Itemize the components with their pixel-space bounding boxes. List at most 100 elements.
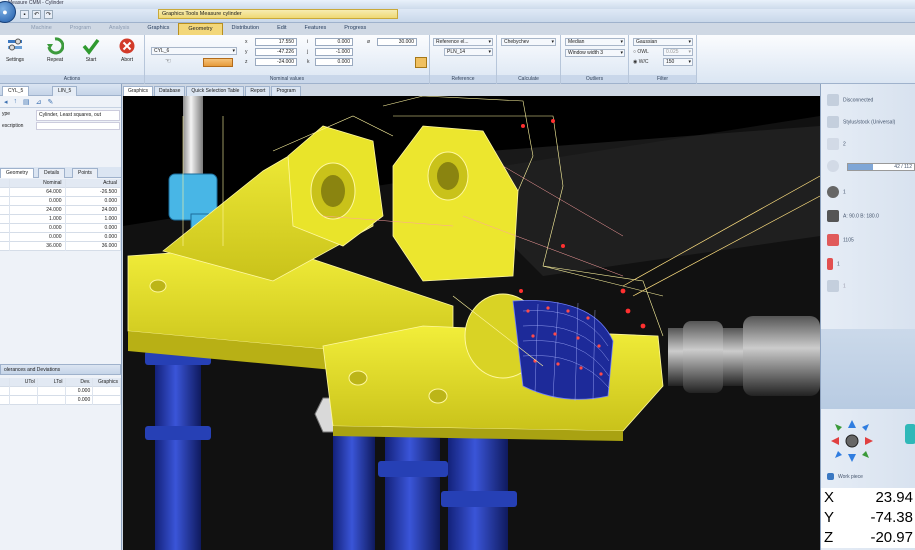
filter-type-select[interactable]: Gaussian bbox=[633, 38, 693, 46]
machine-icon bbox=[827, 94, 839, 106]
quick-access-toolbar: ▪ ↶ ↷ bbox=[20, 10, 53, 21]
graphics-viewport[interactable] bbox=[123, 96, 820, 550]
description-field[interactable] bbox=[36, 122, 120, 130]
window-title: Measure CMM - Cylinder bbox=[8, 0, 64, 6]
save-icon[interactable]: ▪ bbox=[20, 10, 29, 19]
ribbon: Settings Repeat Start Abort Actions CYL_… bbox=[0, 35, 915, 84]
fixture-ring bbox=[145, 426, 211, 440]
filter-group-label: Filter bbox=[629, 75, 696, 83]
table-row[interactable]: 0.000 0.000 bbox=[0, 233, 121, 242]
settings-button[interactable]: Settings bbox=[0, 37, 30, 63]
workpiece-row: Work piece bbox=[827, 473, 863, 480]
geometry-subtabs: Geometry Details Points bbox=[0, 167, 121, 178]
edit-icon[interactable] bbox=[415, 57, 427, 68]
x-label: x bbox=[245, 39, 248, 45]
calculation-method-select[interactable]: Chebychev bbox=[501, 38, 556, 46]
wc-radio[interactable]: ◉ W/C bbox=[633, 58, 649, 66]
tab-database[interactable]: Database bbox=[154, 86, 186, 96]
nominal-group-label: Nominal values bbox=[145, 75, 429, 83]
checkmark-icon bbox=[82, 38, 100, 55]
nominal-z-field[interactable]: -24.000 bbox=[255, 58, 297, 66]
fixture-ring bbox=[441, 491, 517, 507]
window-width-select[interactable]: Window width 3 bbox=[565, 49, 625, 57]
filter-group: Gaussian ○ OWL 0.025 ◉ W/C 150 Filter bbox=[629, 35, 697, 84]
tab-lin-5[interactable]: LIN_5 bbox=[52, 86, 78, 96]
probe-icon[interactable]: ✎ bbox=[48, 98, 54, 106]
nominal-x-field[interactable]: 17.550 bbox=[255, 38, 297, 46]
nominal-diameter-field[interactable]: 30.000 bbox=[377, 38, 417, 46]
nominal-y-field[interactable]: -47.226 bbox=[255, 48, 297, 56]
feature-select[interactable]: CYL_6 bbox=[151, 47, 237, 55]
item-row: 1 bbox=[827, 280, 846, 292]
cad-model-rendering[interactable] bbox=[123, 96, 820, 550]
actions-group: Settings Repeat Start Abort Actions bbox=[0, 35, 145, 84]
tab-report[interactable]: Report bbox=[245, 86, 271, 96]
back-icon[interactable]: ◂ bbox=[4, 98, 8, 106]
joystick-control[interactable] bbox=[827, 416, 877, 466]
owl-radio[interactable]: ○ OWL bbox=[633, 48, 649, 56]
hand-icon bbox=[827, 280, 839, 292]
subtab-geometry[interactable]: Geometry bbox=[0, 168, 34, 178]
table-row[interactable]: 0.000 0.000 bbox=[0, 197, 121, 206]
outlier-filter-select[interactable]: Median bbox=[565, 38, 625, 46]
undo-icon[interactable]: ↶ bbox=[32, 10, 41, 19]
tab-program[interactable]: Program bbox=[61, 23, 100, 35]
table-row[interactable]: 36.000 36.000 bbox=[0, 242, 121, 251]
repeat-button[interactable]: Repeat bbox=[40, 37, 70, 63]
table-row[interactable]: 0.000 bbox=[0, 396, 121, 405]
panel-spacer bbox=[821, 329, 915, 409]
tab-geometry[interactable]: Geometry bbox=[178, 23, 223, 35]
view-icon[interactable] bbox=[905, 424, 915, 444]
outliers-group-label: Outliers bbox=[561, 75, 628, 83]
dro-y: Y -74.38 bbox=[821, 508, 915, 528]
type-field[interactable]: Cylinder, Least squares, out bbox=[36, 110, 120, 121]
ruler-icon[interactable]: ⊿ bbox=[36, 98, 42, 106]
tab-distribution[interactable]: Distribution bbox=[223, 23, 269, 35]
settings-icon bbox=[8, 38, 22, 51]
subtab-details[interactable]: Details bbox=[38, 168, 66, 178]
reference-element-select[interactable]: PLN_14 bbox=[444, 48, 493, 56]
reference-select[interactable]: Reference el... bbox=[433, 38, 493, 46]
toggle-button[interactable] bbox=[203, 58, 233, 67]
subtab-points[interactable]: Points bbox=[72, 168, 98, 178]
table-row[interactable]: 0.000 bbox=[0, 387, 121, 396]
abort-button[interactable]: Abort bbox=[112, 37, 142, 63]
screw-hole bbox=[348, 370, 368, 386]
start-button[interactable]: Start bbox=[76, 37, 106, 63]
folder-icon[interactable]: ▤ bbox=[23, 98, 30, 106]
progress-row: 42 / 112 bbox=[827, 160, 915, 172]
tab-analysis[interactable]: Analysis bbox=[100, 23, 138, 35]
tab-progress[interactable]: Progress bbox=[335, 23, 375, 35]
nominal-k-field[interactable]: 0.000 bbox=[315, 58, 353, 66]
tolerances-table-header: UTol LTol Dev. Graphics bbox=[0, 378, 121, 387]
tab-quick-selection-table[interactable]: Quick Selection Table bbox=[186, 86, 245, 96]
dro-z: Z -20.97 bbox=[821, 528, 915, 548]
nominal-i-field[interactable]: 0.000 bbox=[315, 38, 353, 46]
up-icon[interactable]: ↑ bbox=[14, 98, 18, 105]
speed-row: 1105 bbox=[827, 234, 854, 246]
table-row[interactable]: 0.000 0.000 bbox=[0, 224, 121, 233]
feature-properties-panel: CYL_5 LIN_5 ◂ ↑ ▤ ⊿ ✎ ype Cylinder, Leas… bbox=[0, 84, 122, 550]
table-row[interactable]: 64.000 -26.500 bbox=[0, 188, 121, 197]
tab-graphics[interactable]: Graphics bbox=[138, 23, 178, 35]
nominal-j-field[interactable]: -1.000 bbox=[315, 48, 353, 56]
stylus-shaft bbox=[183, 96, 203, 186]
table-row[interactable]: 1.000 1.000 bbox=[0, 215, 121, 224]
tab-machine[interactable]: Machine bbox=[22, 23, 61, 35]
tab-graphics-view[interactable]: Graphics bbox=[123, 86, 154, 96]
tab-cyl-5[interactable]: CYL_5 bbox=[2, 86, 30, 96]
actions-group-label: Actions bbox=[0, 75, 144, 83]
direction-arrows-icon bbox=[831, 420, 873, 462]
j-label: j bbox=[307, 49, 309, 55]
hand-icon[interactable]: ☜ bbox=[165, 58, 171, 66]
wc-value-select[interactable]: 150 bbox=[663, 58, 693, 66]
tab-program-view[interactable]: Program bbox=[271, 86, 301, 96]
abort-icon bbox=[119, 38, 135, 54]
tab-features[interactable]: Features bbox=[296, 23, 336, 35]
tab-edit[interactable]: Edit bbox=[268, 23, 295, 35]
table-row[interactable]: 24.000 24.000 bbox=[0, 206, 121, 215]
redo-icon[interactable]: ↷ bbox=[44, 10, 53, 19]
tolerances-header: olerances and Deviations bbox=[0, 364, 121, 375]
owl-value-select[interactable]: 0.025 bbox=[663, 48, 693, 56]
y-label: y bbox=[245, 49, 248, 55]
